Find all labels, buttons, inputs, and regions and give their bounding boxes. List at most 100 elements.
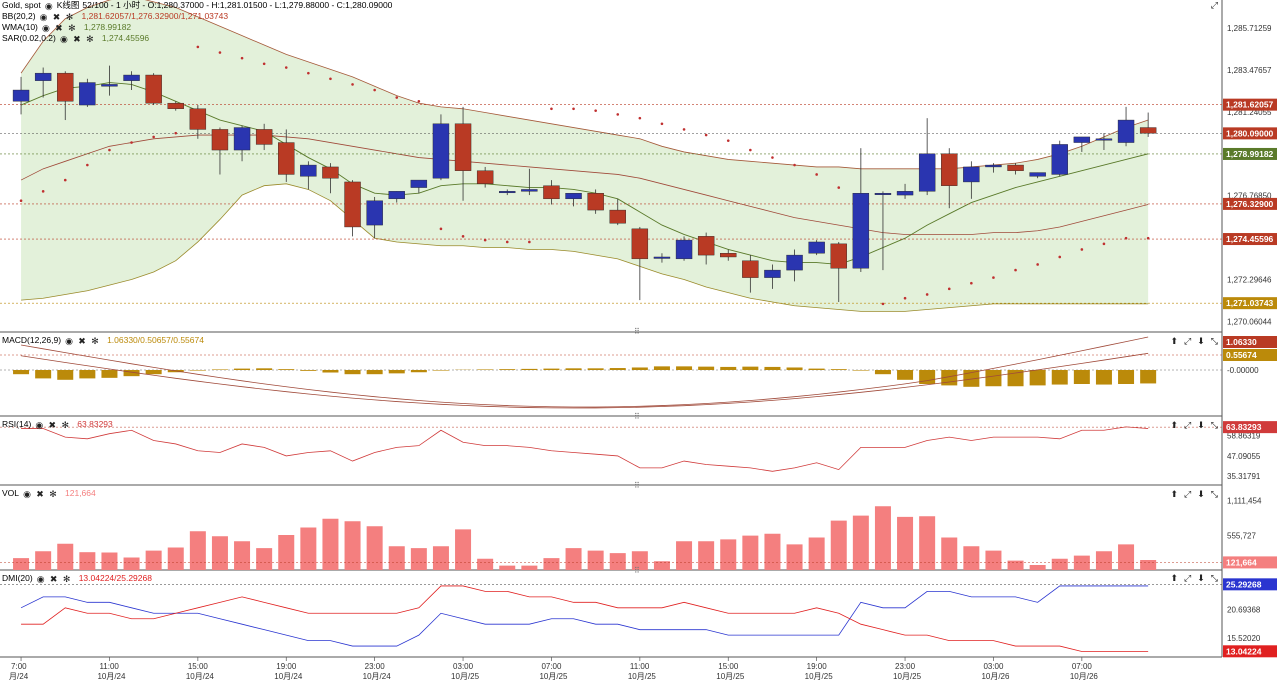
sar-dot <box>284 66 288 69</box>
restore-icon[interactable]: ⤡ <box>1211 336 1218 347</box>
maximize-icon[interactable]: ⤢ <box>1184 489 1191 500</box>
eye-icon[interactable]: ◉ <box>39 12 49 22</box>
chart-type-label: K线图 <box>56 0 80 10</box>
sar-dot <box>815 173 818 176</box>
close-icon[interactable]: ✖ <box>35 489 45 499</box>
volume-bar <box>410 548 427 570</box>
bb-values: 1,281.62057/1,276.32900/1,271.03743 <box>81 11 229 21</box>
sar-dot <box>373 88 376 92</box>
maximize-icon[interactable]: ⤢ <box>1184 573 1191 584</box>
move-up-icon[interactable]: ⬆ <box>1171 489 1179 500</box>
eye-icon[interactable]: ◉ <box>44 1 54 11</box>
close-icon[interactable]: ✖ <box>72 34 82 44</box>
eye-icon[interactable]: ◉ <box>36 574 46 584</box>
date-label: 10月/24 <box>97 672 126 681</box>
sar-dot <box>461 235 465 238</box>
eye-icon[interactable]: ◉ <box>41 23 51 33</box>
vol-pane-tools: ⬆ ⤢ ⬇ ⤡ <box>1171 489 1219 500</box>
macd-bar <box>985 370 1002 387</box>
move-down-icon[interactable]: ⬇ <box>1197 573 1205 584</box>
gear-icon[interactable]: ✻ <box>67 23 77 33</box>
sar-dot <box>704 133 708 137</box>
close-icon[interactable]: ✖ <box>52 12 62 22</box>
sar-dot <box>594 109 597 112</box>
candle-body <box>344 181 361 228</box>
move-down-icon[interactable]: ⬇ <box>1197 489 1205 500</box>
time-label: 11:00 <box>99 662 119 671</box>
move-down-icon[interactable]: ⬇ <box>1197 420 1205 431</box>
restore-icon[interactable]: ⤡ <box>1211 573 1218 584</box>
gear-icon[interactable]: ✻ <box>85 34 95 44</box>
maximize-icon[interactable]: ⤢ <box>1184 336 1191 347</box>
volume-bar <box>256 548 273 570</box>
sar-dot <box>682 128 686 131</box>
flag-close: 1,280.09000 <box>1226 128 1274 138</box>
gear-icon[interactable]: ✻ <box>62 574 72 584</box>
maximize-icon[interactable]: ⤢ <box>1184 420 1191 431</box>
pane-resize-grip[interactable]: ⠿ <box>634 412 640 421</box>
sar-dot <box>992 276 995 279</box>
macd-pane-tools: ⬆ ⤢ ⬇ ⤡ <box>1171 336 1219 347</box>
pane-resize-grip[interactable]: ⠿ <box>634 566 640 575</box>
macd-bar <box>698 366 715 370</box>
eye-icon[interactable]: ◉ <box>34 420 44 430</box>
dmi-minus-line <box>21 585 1149 652</box>
move-down-icon[interactable]: ⬇ <box>1197 336 1205 347</box>
candle-body <box>852 192 870 269</box>
candle-body <box>366 200 383 226</box>
move-up-icon[interactable]: ⬆ <box>1171 420 1179 431</box>
candle-body <box>233 127 251 151</box>
restore-icon[interactable]: ⤡ <box>1211 489 1218 500</box>
macd-bar <box>13 370 30 375</box>
pane-resize-grip[interactable]: ⠿ <box>634 327 640 336</box>
sar-dot <box>240 56 244 60</box>
vol-tick-label: 555,727 <box>1227 531 1256 540</box>
dmi-pane-tools: ⬆ ⤢ ⬇ ⤡ <box>1171 573 1219 584</box>
date-label: 10月/24 <box>363 672 392 681</box>
maximize-icon[interactable]: ⤢ <box>1211 0 1218 11</box>
macd-bar <box>720 366 737 370</box>
volume-bar <box>35 551 52 570</box>
sar-dot <box>41 190 45 193</box>
close-icon[interactable]: ✖ <box>49 574 59 584</box>
macd-bar <box>1051 370 1068 385</box>
close-icon[interactable]: ✖ <box>54 23 64 33</box>
candle-body <box>57 72 74 102</box>
gear-icon[interactable]: ✻ <box>48 489 58 499</box>
date-label: 10月/25 <box>716 672 745 681</box>
macd-bar <box>432 370 449 371</box>
sar-dot <box>395 96 399 99</box>
candle-body <box>1007 164 1024 171</box>
gear-icon[interactable]: ✻ <box>60 420 70 430</box>
candle-body <box>167 102 184 109</box>
eye-icon[interactable]: ◉ <box>59 34 69 44</box>
sar-dot <box>881 302 885 306</box>
volume-bar <box>1007 560 1024 570</box>
candle-body <box>808 241 825 254</box>
gear-icon[interactable]: ✻ <box>90 336 100 346</box>
macd-bar <box>344 370 361 375</box>
gear-icon[interactable]: ✻ <box>65 12 75 22</box>
pane-resize-grip[interactable]: ⠿ <box>634 481 640 490</box>
date-label: 月/24 <box>9 672 29 681</box>
candle-body <box>79 82 96 106</box>
restore-icon[interactable]: ⤡ <box>1211 420 1218 431</box>
close-icon[interactable]: ✖ <box>47 420 57 430</box>
candle-body <box>1073 136 1091 143</box>
wma-legend: WMA(10) ◉ ✖ ✻ 1,278.99182 <box>2 22 131 33</box>
sar-dot <box>329 77 332 81</box>
vol-tick-label: 1,111,454 <box>1227 497 1262 506</box>
move-up-icon[interactable]: ⬆ <box>1171 573 1179 584</box>
move-up-icon[interactable]: ⬆ <box>1171 336 1179 347</box>
sar-dot <box>108 148 111 152</box>
volume-bar <box>499 565 516 570</box>
macd-bar <box>1073 370 1090 384</box>
close-icon[interactable]: ✖ <box>77 336 87 346</box>
volume-bar <box>101 552 118 570</box>
macd-bar <box>830 369 847 370</box>
eye-icon[interactable]: ◉ <box>64 336 74 346</box>
macd-bar <box>234 368 251 370</box>
sar-dot <box>1036 263 1039 266</box>
bollinger-band-fill <box>21 0 1149 312</box>
eye-icon[interactable]: ◉ <box>22 489 32 499</box>
